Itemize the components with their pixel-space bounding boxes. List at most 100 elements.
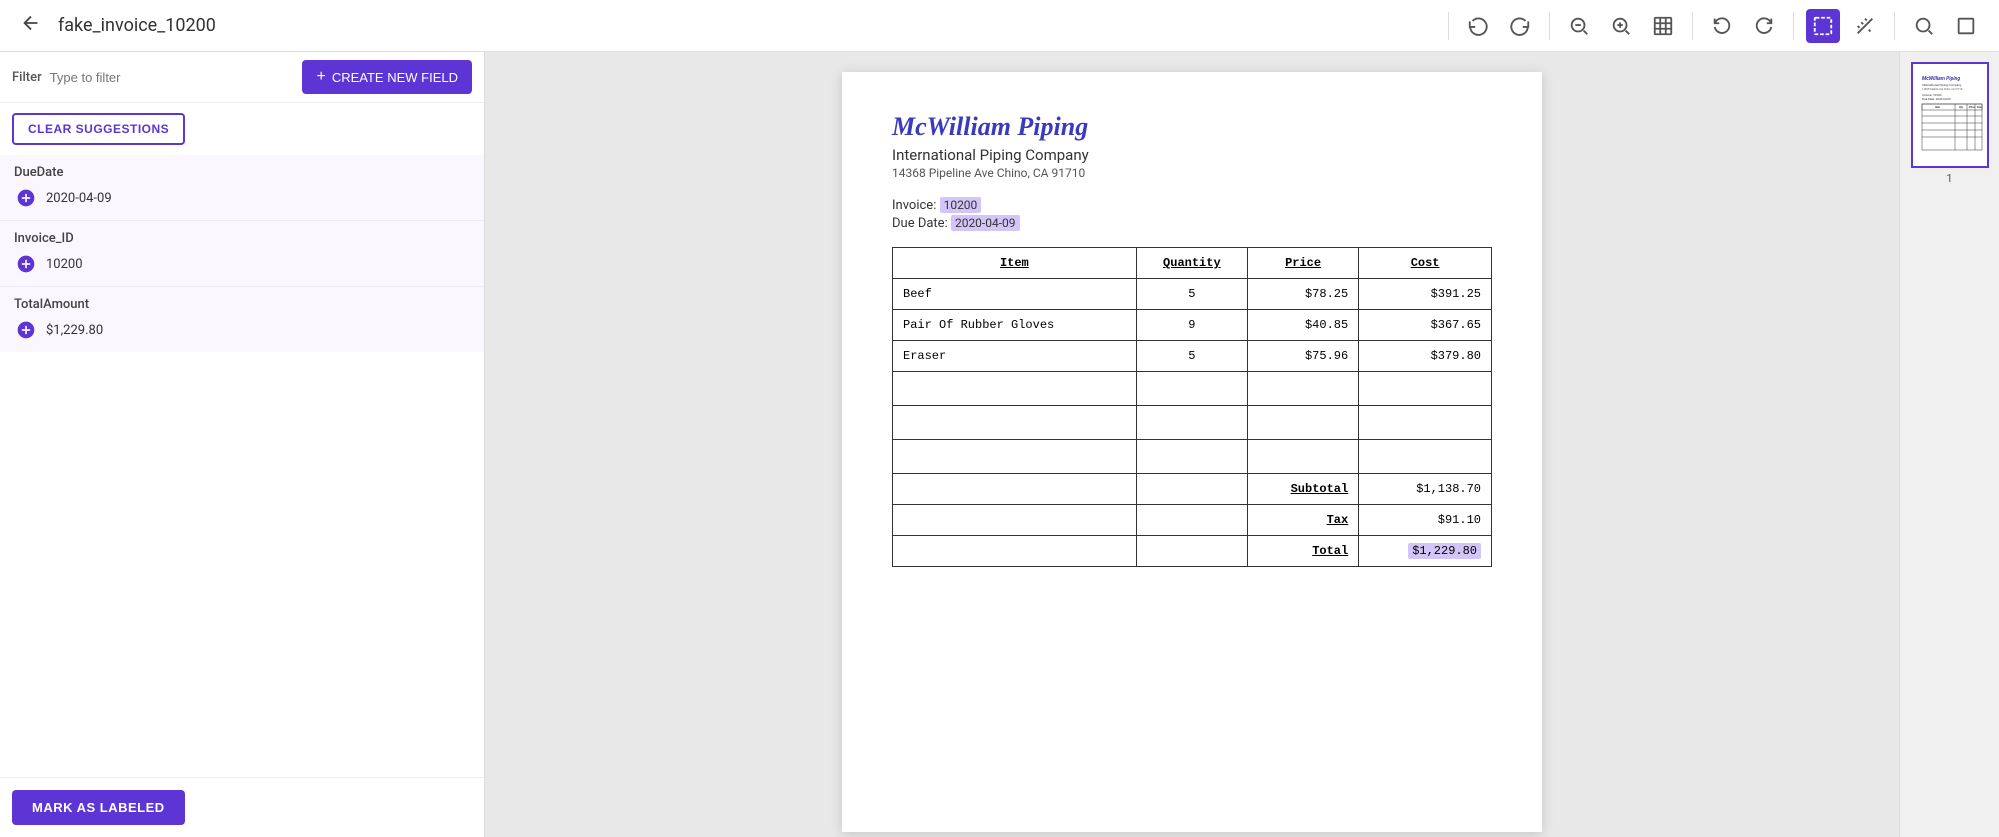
company-name: McWilliam Piping (892, 112, 1492, 142)
tax-value: $91.10 (1359, 505, 1492, 536)
table-row-empty-3 (893, 440, 1492, 474)
tax-label: Tax (1247, 505, 1358, 536)
field-add-totalamount-button[interactable] (14, 318, 38, 342)
company-subtitle: International Piping Company (892, 146, 1492, 164)
field-value-invoiceid: 10200 (46, 257, 83, 272)
create-field-label: CREATE NEW FIELD (332, 70, 458, 85)
row1-quantity: 5 (1136, 279, 1247, 310)
row6-cost (1359, 440, 1492, 474)
field-add-invoiceid-button[interactable] (14, 252, 38, 276)
row5-quantity (1136, 406, 1247, 440)
table-row: Beef 5 $78.25 $391.25 (893, 279, 1492, 310)
row3-quantity: 5 (1136, 341, 1247, 372)
field-row-totalamount: $1,229.80 (14, 318, 470, 342)
col-header-price: Price (1247, 248, 1358, 279)
page-title: fake_invoice_10200 (58, 15, 1436, 36)
rotate-right-button[interactable] (1747, 9, 1781, 43)
tax-row: Tax $91.10 (893, 505, 1492, 536)
field-row-invoiceid: 10200 (14, 252, 470, 276)
select-button[interactable] (1806, 9, 1840, 43)
info-button[interactable] (1949, 9, 1983, 43)
row4-quantity (1136, 372, 1247, 406)
thumbnail-svg: McWilliam Piping International Piping Co… (1917, 68, 1987, 158)
toolbar: fake_invoice_10200 (0, 0, 1999, 52)
table-row-empty-2 (893, 406, 1492, 440)
col-header-cost: Cost (1359, 248, 1492, 279)
tax-empty-qty (1136, 505, 1247, 536)
svg-text:Price: Price (1969, 106, 1975, 109)
field-value-totalamount: $1,229.80 (46, 323, 103, 338)
col-header-item: Item (893, 248, 1137, 279)
total-empty-item (893, 536, 1137, 567)
filter-input[interactable] (50, 70, 295, 85)
row3-price: $75.96 (1247, 341, 1358, 372)
row4-item (893, 372, 1137, 406)
fields-list: DueDate 2020-04-09 Invoice_ID (0, 155, 484, 777)
plus-icon: + (316, 68, 325, 86)
due-date-highlight: 2020-04-09 (951, 215, 1020, 231)
invoice-number-line: Invoice: 10200 (892, 198, 1492, 213)
tax-empty-item (893, 505, 1137, 536)
field-name-totalamount: TotalAmount (14, 297, 470, 312)
row3-item: Eraser (893, 341, 1137, 372)
clear-suggestions-button[interactable]: CLEAR SUGGESTIONS (12, 113, 185, 145)
measure-button[interactable] (1848, 9, 1882, 43)
table-row: Eraser 5 $75.96 $379.80 (893, 341, 1492, 372)
thumbnail-container[interactable]: McWilliam Piping International Piping Co… (1911, 62, 1989, 168)
left-panel-footer: MARK AS LABELED (0, 777, 484, 837)
invoice-meta: Invoice: 10200 Due Date: 2020-04-09 (892, 198, 1492, 231)
total-value: $1,229.80 (1359, 536, 1492, 567)
invoice-number-highlight: 10200 (940, 197, 982, 213)
subtotal-row: Subtotal $1,138.70 (893, 474, 1492, 505)
row2-quantity: 9 (1136, 310, 1247, 341)
row1-cost: $391.25 (1359, 279, 1492, 310)
field-item-duedate: DueDate 2020-04-09 (0, 155, 484, 221)
redo-button[interactable] (1503, 9, 1537, 43)
subtotal-empty-qty (1136, 474, 1247, 505)
row2-item: Pair Of Rubber Gloves (893, 310, 1137, 341)
svg-text:Due Date: 2020-04-09: Due Date: 2020-04-09 (1922, 97, 1951, 101)
total-label: Total (1247, 536, 1358, 567)
invoice-label: Invoice: (892, 198, 936, 213)
svg-text:Cost: Cost (1977, 106, 1982, 109)
table-row: Pair Of Rubber Gloves 9 $40.85 $367.65 (893, 310, 1492, 341)
total-empty-qty (1136, 536, 1247, 567)
zoom-out-button[interactable] (1562, 9, 1596, 43)
row1-price: $78.25 (1247, 279, 1358, 310)
field-name-duedate: DueDate (14, 165, 470, 180)
row5-cost (1359, 406, 1492, 440)
fit-page-button[interactable] (1646, 9, 1680, 43)
due-date-label: Due Date: (892, 216, 948, 231)
field-add-duedate-button[interactable] (14, 186, 38, 210)
undo-button[interactable] (1461, 9, 1495, 43)
total-row: Total $1,229.80 (893, 536, 1492, 567)
zoom-in-button[interactable] (1604, 9, 1638, 43)
row4-price (1247, 372, 1358, 406)
field-value-duedate: 2020-04-09 (46, 191, 112, 206)
row6-quantity (1136, 440, 1247, 474)
col-header-quantity: Quantity (1136, 248, 1247, 279)
row1-item: Beef (893, 279, 1137, 310)
row6-item (893, 440, 1137, 474)
svg-text:Item: Item (1935, 106, 1941, 109)
svg-text:International Piping Company: International Piping Company (1922, 83, 1962, 87)
rotate-left-button[interactable] (1705, 9, 1739, 43)
svg-text:McWilliam Piping: McWilliam Piping (1922, 76, 1960, 82)
toolbar-divider (1448, 12, 1449, 40)
toolbar-divider-5 (1894, 12, 1895, 40)
right-panel: McWilliam Piping International Piping Co… (1899, 52, 1999, 837)
search-button[interactable] (1907, 9, 1941, 43)
document-page: McWilliam Piping International Piping Co… (842, 72, 1542, 832)
row3-cost: $379.80 (1359, 341, 1492, 372)
mark-as-labeled-button[interactable]: MARK AS LABELED (12, 790, 185, 825)
subtotal-empty-item (893, 474, 1137, 505)
field-name-invoiceid: Invoice_ID (14, 231, 470, 246)
left-panel: Filter + CREATE NEW FIELD CLEAR SUGGESTI… (0, 52, 485, 837)
create-field-button[interactable]: + CREATE NEW FIELD (302, 60, 472, 94)
back-button[interactable] (16, 8, 46, 44)
row2-price: $40.85 (1247, 310, 1358, 341)
row6-price (1247, 440, 1358, 474)
row5-item (893, 406, 1137, 440)
total-highlight: $1,229.80 (1408, 543, 1481, 559)
row5-price (1247, 406, 1358, 440)
